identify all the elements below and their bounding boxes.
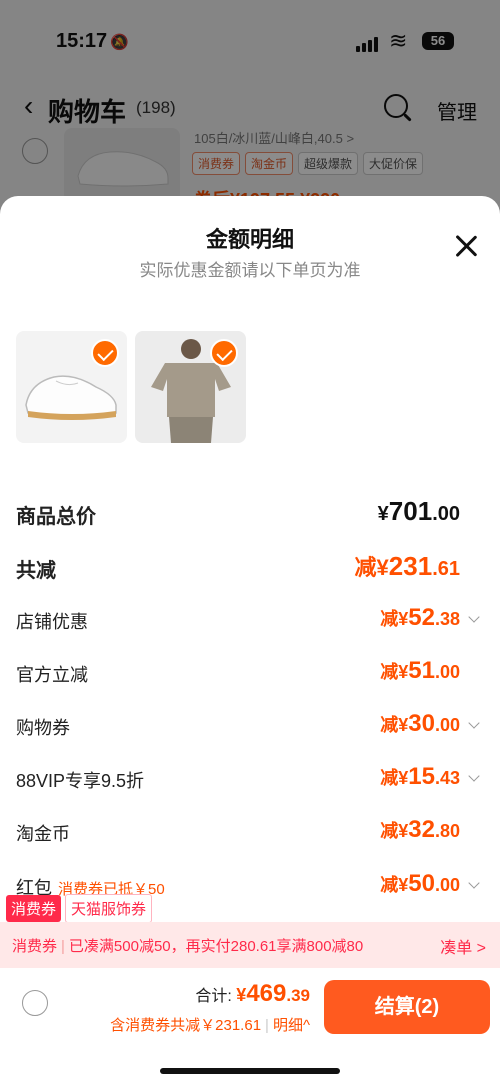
detail-toggle[interactable]: 明细^ [273,1017,310,1034]
chevron-down-icon[interactable] [468,611,480,623]
coupon-progress-text: 消费券 | 已凑满500减50，再实付280.61享满800减80 [12,938,364,955]
row-label: 购物券 [16,718,70,738]
row-total-price: 商品总价 ¥701.00 [16,492,484,532]
row-88vip-discount[interactable]: 88VIP专享9.5折 减¥15.43 [16,759,484,799]
row-value: 减¥50.00 [380,870,460,897]
sheet-title: 金额明细 [205,227,294,252]
coupon-tag-consumer: 消费券 [6,895,62,922]
amount-detail-sheet: 金额明细 实际优惠金额请以下单页为准 商品总价 ¥701.00 共减 减¥231… [0,196,500,1087]
selected-check-icon [91,339,119,367]
coupon-progress-bar[interactable]: 消费券 | 已凑满500减50，再实付280.61享满800减80 凑单 > [0,922,500,968]
row-official-discount: 官方立减 减¥51.00 [16,653,484,693]
row-label: 88VIP专享9.5折 [16,771,145,791]
row-label: 店铺优惠 [16,612,88,632]
row-store-discount[interactable]: 店铺优惠 减¥52.38 [16,600,484,640]
row-label: 商品总价 [16,506,96,528]
select-all-radio[interactable] [22,990,48,1016]
footer-total-amount: ¥469.39 [236,980,310,1007]
row-value: ¥701.00 [377,496,460,526]
footer-total: 合计: ¥469.39 [195,980,310,1007]
row-value: 减¥51.00 [380,657,460,684]
product-thumb-sneaker[interactable] [16,331,127,443]
add-on-link[interactable]: 凑单 > [440,934,486,958]
chevron-down-icon[interactable] [468,717,480,729]
home-indicator [160,1068,340,1074]
sheet-subtitle: 实际优惠金额请以下单页为准 [139,261,361,280]
chevron-down-icon[interactable] [468,770,480,782]
row-value: 减¥30.00 [380,710,460,737]
footer-discount-note: 含消费券共减￥231.61 | 明细^ [110,1017,310,1034]
chevron-down-icon[interactable] [468,877,480,889]
row-value: 减¥231.61 [354,551,460,581]
row-value: 减¥15.43 [380,763,460,790]
checkout-button[interactable]: 结算(2) [324,980,490,1034]
row-taojinbi: 淘金币 减¥32.80 [16,812,484,852]
row-value: 减¥52.38 [380,604,460,631]
checkout-footer: 合计: ¥469.39 含消费券共减￥231.61 | 明细^ 结算(2) [0,968,500,1087]
coupon-tag-tmall: 天猫服饰券 [65,894,153,923]
row-shopping-coupon[interactable]: 购物券 减¥30.00 [16,706,484,746]
coupon-tags: 消费券 天猫服饰券 [6,894,156,923]
row-total-reduction: 共减 减¥231.61 [16,546,484,586]
selected-check-icon [210,339,238,367]
row-label: 共减 [16,560,56,582]
row-label: 淘金币 [16,824,70,844]
row-label: 官方立减 [16,665,88,685]
close-icon[interactable] [454,234,478,258]
row-value: 减¥32.80 [380,816,460,843]
product-thumb-tshirt[interactable] [135,331,246,443]
